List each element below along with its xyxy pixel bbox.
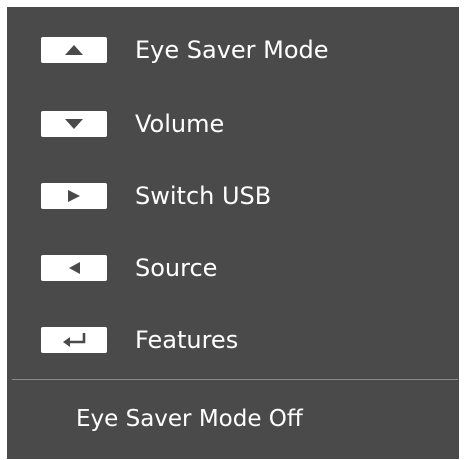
status-text: Eye Saver Mode Off: [76, 406, 303, 432]
menu-item-label: Volume: [135, 110, 225, 138]
menu-item-label: Eye Saver Mode: [135, 36, 329, 64]
menu-item-label: Features: [135, 326, 239, 354]
enter-return-icon: [63, 333, 86, 347]
divider: [12, 379, 458, 380]
menu-item-features[interactable]: Features: [7, 317, 459, 357]
down-key-button[interactable]: [41, 111, 107, 137]
menu-item-switch-usb[interactable]: Switch USB: [7, 173, 459, 213]
triangle-up-icon: [65, 45, 83, 55]
menu-item-eye-saver-mode[interactable]: Eye Saver Mode: [7, 27, 459, 67]
left-key-button[interactable]: [41, 255, 107, 281]
triangle-right-icon: [68, 190, 80, 202]
enter-key-button[interactable]: [41, 327, 107, 353]
right-key-button[interactable]: [41, 183, 107, 209]
menu-item-volume[interactable]: Volume: [7, 101, 459, 141]
triangle-down-icon: [65, 119, 83, 129]
menu-item-source[interactable]: Source: [7, 245, 459, 285]
menu-item-label: Switch USB: [135, 182, 272, 210]
triangle-left-icon: [69, 262, 80, 274]
osd-menu-panel: Eye Saver Mode Volume Switch USB Source: [7, 7, 459, 459]
menu-item-label: Source: [135, 254, 218, 282]
up-key-button[interactable]: [41, 37, 107, 63]
